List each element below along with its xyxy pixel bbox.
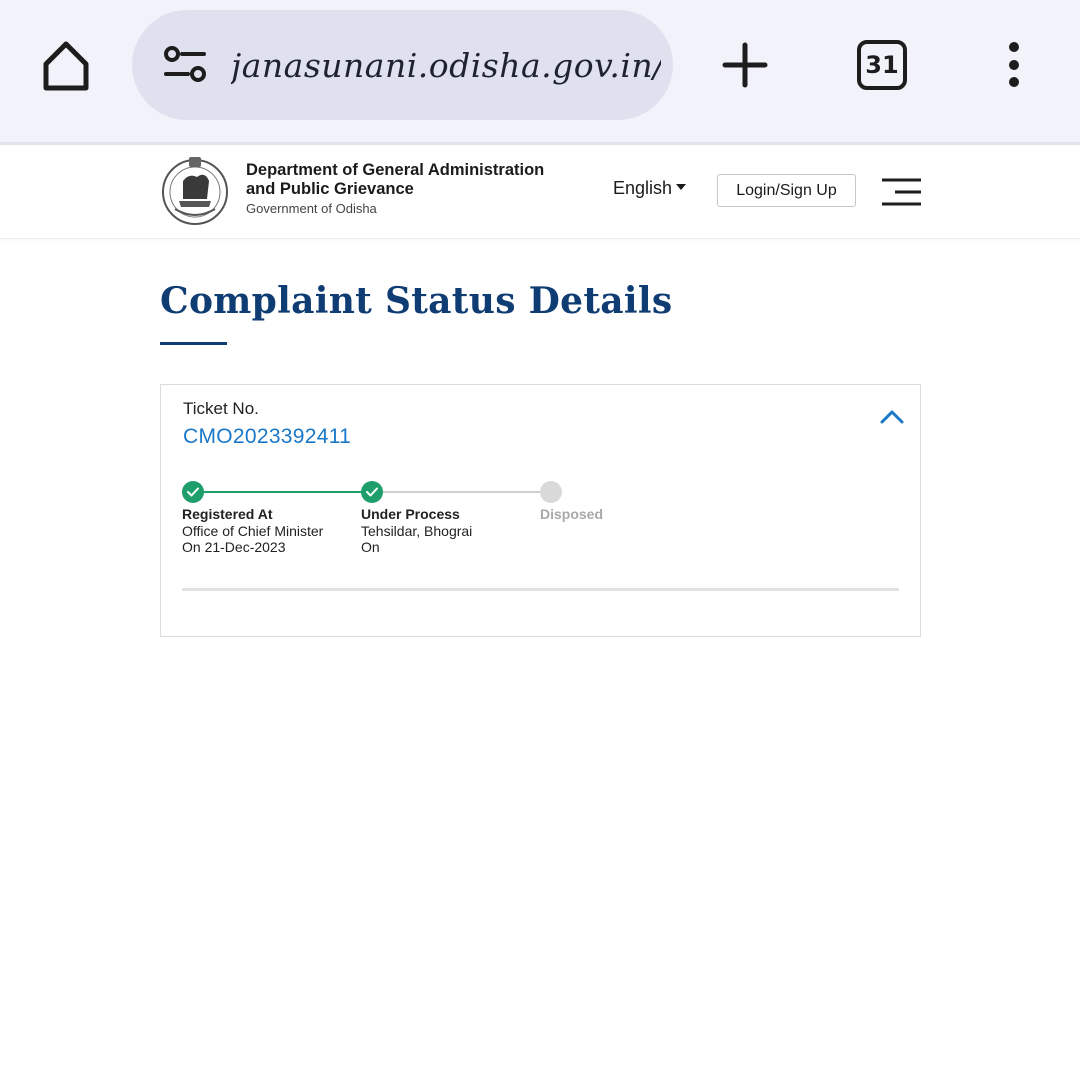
odisha-emblem-icon[interactable] <box>161 153 229 227</box>
ticket-label: Ticket No. <box>183 399 259 418</box>
department-title-line2: and Public Grievance <box>246 180 414 198</box>
login-signup-button[interactable]: Login/Sign Up <box>717 174 856 207</box>
page-title: Complaint Status Details <box>160 280 673 322</box>
plus-icon <box>722 42 768 88</box>
title-underline <box>160 342 227 345</box>
language-selector[interactable]: English <box>613 178 687 199</box>
site-header: Department of General Administration and… <box>0 145 1080 239</box>
step-under-process-marker <box>361 481 383 503</box>
department-title-line1: Department of General Administration <box>246 161 545 179</box>
check-icon <box>187 487 199 497</box>
step-title: Disposed <box>540 506 604 522</box>
home-button[interactable] <box>38 38 94 94</box>
step-disposed: Disposed <box>540 506 603 523</box>
language-label: English <box>613 178 673 198</box>
nav-menu-button[interactable] <box>881 177 923 207</box>
step-date: On 21-Dec-2023 <box>182 539 286 555</box>
department-subtitle: Government of Odisha <box>246 201 377 216</box>
browser-toolbar: janasunani.odisha.gov.in/Con 31 <box>0 0 1080 142</box>
step-date: On <box>361 539 380 555</box>
home-icon <box>43 41 89 91</box>
more-vert-icon <box>1009 42 1019 87</box>
step-disposed-marker <box>540 481 562 503</box>
tune-icon[interactable] <box>162 45 208 85</box>
step-title: Under Process <box>361 506 460 522</box>
tab-count-button[interactable]: 31 <box>857 40 907 90</box>
url-text[interactable]: janasunani.odisha.gov.in/Con <box>231 10 661 120</box>
step-registered-marker <box>182 481 204 503</box>
progress-line-complete <box>193 491 373 493</box>
caret-down-icon <box>676 184 687 191</box>
check-icon <box>366 487 378 497</box>
step-detail: Tehsildar, Bhograi <box>361 522 473 539</box>
new-tab-button[interactable] <box>720 40 770 90</box>
department-title: Department of General Administration and… <box>246 161 586 199</box>
step-under-process: Under Process Tehsildar, Bhograi On <box>361 506 472 556</box>
card-divider <box>182 588 899 591</box>
ticket-number: CMO2023392411 <box>183 425 352 448</box>
step-registered: Registered At Office of Chief Minister O… <box>182 506 323 556</box>
complaint-status-card: Ticket No. CMO2023392411 Registered At O… <box>160 384 921 637</box>
hamburger-icon <box>882 178 921 206</box>
step-title: Registered At <box>182 506 273 522</box>
progress-line-pending <box>373 491 553 493</box>
step-detail: Office of Chief Minister <box>182 522 324 539</box>
overflow-menu-button[interactable] <box>1000 40 1028 90</box>
chevron-up-icon[interactable] <box>880 408 904 424</box>
address-bar[interactable]: janasunani.odisha.gov.in/Con <box>132 10 673 120</box>
